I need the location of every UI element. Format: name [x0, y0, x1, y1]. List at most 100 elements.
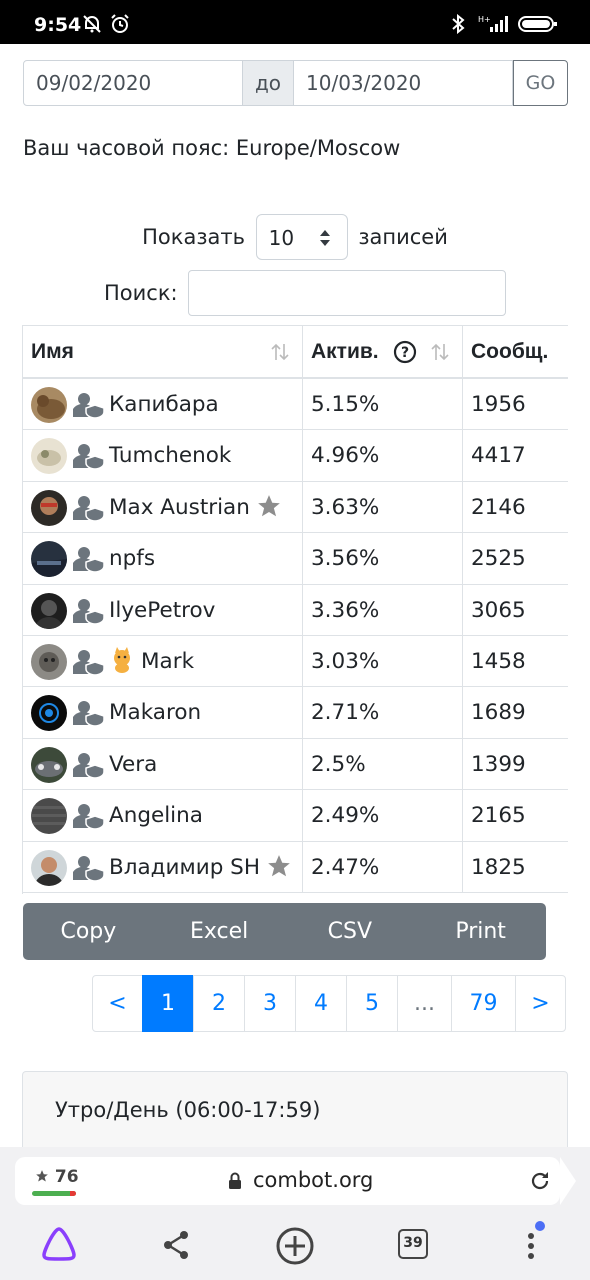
search-control: Поиск: — [104, 270, 506, 316]
tabs-counter-button[interactable]: 39 — [398, 1229, 428, 1259]
name-cell: Angelina — [23, 790, 303, 842]
url-domain: combot.org — [253, 1168, 374, 1192]
avatar[interactable] — [31, 592, 67, 629]
status-bar: 9:54 H+ — [0, 0, 590, 44]
table-row: Max Austrian 3.63% 2146 — [23, 481, 568, 534]
avatar[interactable] — [31, 849, 67, 886]
select-arrows-icon — [319, 230, 330, 246]
avatar[interactable] — [31, 798, 67, 835]
messages-cell: 1458 — [463, 636, 568, 687]
search-input[interactable] — [187, 270, 506, 316]
column-header-name-label: Имя — [31, 340, 74, 363]
column-header-activity[interactable]: Актив. ? — [303, 326, 463, 378]
new-tab-icon[interactable] — [274, 1225, 316, 1267]
page-button-1[interactable]: 1 — [142, 975, 194, 1032]
previous-page-button[interactable]: < — [92, 975, 143, 1032]
column-header-name[interactable]: Имя — [23, 326, 303, 378]
user-name-text: Mark — [141, 649, 195, 674]
name-cell: Mark — [23, 636, 303, 687]
messages-cell: 2165 — [463, 790, 568, 841]
name-cell: Tumchenok — [23, 430, 303, 482]
column-header-messages[interactable]: Сообщ. — [463, 326, 568, 378]
date-to-input[interactable]: 10/03/2020 — [293, 60, 513, 106]
table-row: Mark 3.03% 1458 — [23, 636, 568, 688]
rating-bar — [32, 1191, 76, 1196]
page-size-value: 10 — [268, 226, 295, 250]
browser-address-bar: 76 combot.org — [0, 1147, 590, 1215]
page-button-5[interactable]: 5 — [346, 975, 398, 1032]
help-icon[interactable]: ? — [393, 340, 417, 364]
star-icon — [268, 854, 290, 876]
user-name: Капибара — [109, 392, 219, 417]
page-button-4[interactable]: 4 — [295, 975, 347, 1032]
page-button-3[interactable]: 3 — [244, 975, 296, 1032]
reload-icon[interactable] — [529, 1170, 551, 1192]
avatar[interactable] — [31, 746, 67, 783]
avatar[interactable] — [31, 541, 67, 578]
excel-button[interactable]: Excel — [154, 903, 285, 960]
browser-bottom-toolbar: 39 — [0, 1215, 590, 1280]
page-button-79[interactable]: 79 — [451, 975, 516, 1032]
sort-icon — [431, 343, 449, 361]
site-rating[interactable]: 76 — [35, 1167, 79, 1187]
sort-icon — [271, 343, 289, 361]
avatar[interactable] — [31, 695, 67, 732]
avatar[interactable] — [31, 438, 67, 475]
table-row: Vera 2.5% 1399 — [23, 738, 568, 791]
activity-cell: 4.96% — [303, 430, 463, 482]
bluetooth-icon — [452, 14, 465, 34]
user-shield-icon — [73, 598, 105, 624]
user-name: Max Austrian — [109, 482, 282, 533]
rating-star-icon — [36, 1170, 48, 1182]
activity-cell: 2.49% — [303, 790, 463, 842]
page-size-select[interactable]: 10 — [255, 214, 348, 260]
avatar[interactable] — [31, 489, 67, 526]
avatar[interactable] — [31, 387, 67, 423]
cat-emoji-icon — [114, 647, 130, 673]
messages-cell: 1689 — [463, 687, 568, 738]
clock: 9:54 — [34, 14, 82, 36]
user-name: Tumchenok — [109, 443, 232, 469]
card-title: Утро/День (06:00-17:59) — [55, 1098, 321, 1122]
activity-cell: 2.47% — [303, 841, 463, 893]
user-shield-icon — [73, 855, 105, 881]
activity-cell: 2.71% — [303, 687, 463, 739]
activity-cell: 2.5% — [303, 738, 463, 790]
name-cell: npfs — [23, 533, 303, 585]
user-name: Владимир SH — [109, 842, 292, 893]
table-row: Makaron 2.71% 1689 — [23, 687, 568, 739]
mute-icon — [83, 15, 101, 33]
share-icon[interactable] — [160, 1229, 192, 1261]
page-ellipsis: ... — [397, 975, 452, 1032]
messages-cell: 2146 — [463, 482, 568, 533]
messages-cell: 2525 — [463, 533, 568, 584]
date-from-input[interactable]: 09/02/2020 — [23, 60, 243, 106]
next-page-button[interactable]: > — [515, 975, 566, 1032]
table-header: Имя Актив. ? Сообщ. — [23, 326, 568, 379]
csv-button[interactable]: CSV — [285, 903, 416, 960]
name-cell: IlyePetrov — [23, 584, 303, 636]
table-row: IlyePetrov 3.36% 3065 — [23, 584, 568, 636]
print-button[interactable]: Print — [415, 903, 546, 960]
activity-cell: 3.56% — [303, 533, 463, 585]
user-shield-icon — [73, 804, 105, 830]
activity-cell: 3.03% — [303, 636, 463, 687]
activity-cell: 3.36% — [303, 584, 463, 636]
menu-kebab-icon[interactable] — [518, 1219, 548, 1265]
search-label: Поиск: — [104, 281, 178, 305]
alice-assistant-icon[interactable] — [40, 1225, 78, 1263]
export-button-group: Copy Excel CSV Print — [23, 903, 546, 960]
user-shield-icon — [73, 650, 105, 675]
copy-button[interactable]: Copy — [23, 903, 154, 960]
avatar[interactable] — [31, 644, 67, 680]
user-shield-icon — [73, 701, 105, 727]
users-table: Имя Актив. ? Сообщ. Капибара 5.15% 1956 … — [22, 325, 568, 894]
url-field[interactable]: 76 combot.org — [15, 1157, 560, 1205]
page-button-2[interactable]: 2 — [193, 975, 245, 1032]
user-shield-icon — [73, 752, 105, 778]
activity-cell: 5.15% — [303, 379, 463, 430]
go-button[interactable]: GO — [513, 60, 568, 106]
lock-icon — [229, 1172, 241, 1189]
battery-icon — [518, 16, 557, 32]
column-header-activity-label: Актив. — [311, 340, 379, 363]
